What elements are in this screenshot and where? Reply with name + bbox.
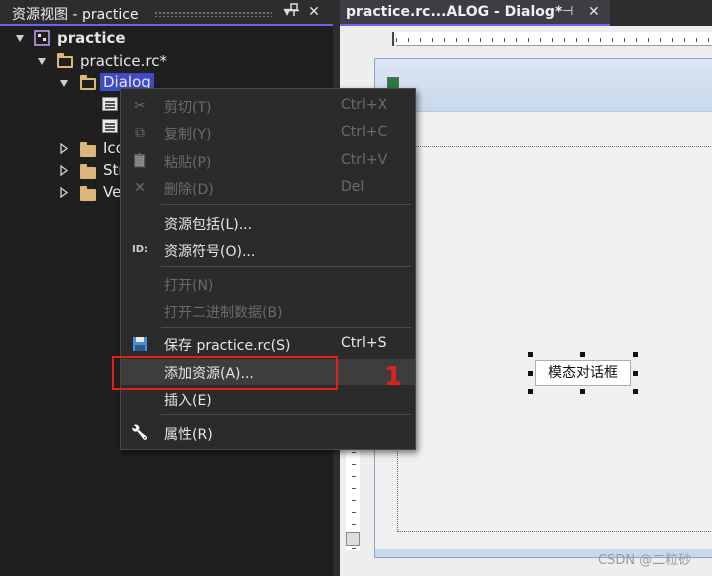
tab-close-icon[interactable]: ✕ (588, 4, 600, 20)
panel-title: 资源视图 - practice (12, 7, 139, 23)
menu-label: 粘贴(P) (164, 155, 212, 171)
menu-item-properties[interactable]: 🔧 属性(R) (121, 420, 415, 446)
selection-handle[interactable] (528, 389, 533, 394)
menu-label: 删除(D) (164, 182, 214, 198)
menu-item-open-binary[interactable]: 打开二进制数据(B) (121, 298, 415, 324)
tree-label-rc: practice.rc* (80, 52, 168, 70)
menu-item-copy[interactable]: ⧉ 复制(Y) Ctrl+C (121, 120, 415, 146)
close-icon[interactable]: ✕ (305, 3, 323, 21)
selection-handle[interactable] (528, 371, 533, 376)
tree-item-rc-file[interactable]: practice.rc* (0, 50, 333, 72)
dialog-client-area[interactable] (375, 111, 712, 551)
tab-dialog[interactable]: practice.rc...ALOG - Dialog* ⊣ ✕ (340, 0, 610, 26)
tree-label-version: Ve (103, 183, 122, 201)
menu-item-open[interactable]: 打开(N) (121, 271, 415, 297)
project-icon (34, 30, 50, 46)
menu-item-paste[interactable]: 📋 粘贴(P) Ctrl+V (121, 148, 415, 174)
menu-label: 复制(Y) (164, 127, 212, 143)
menu-shortcut: Ctrl+X (341, 97, 388, 113)
menu-item-resource-includes[interactable]: 资源包括(L)... (121, 210, 415, 236)
menu-item-cut[interactable]: ✂ 剪切(T) Ctrl+X (121, 93, 415, 119)
copy-icon: ⧉ (135, 125, 145, 141)
menu-label: 资源符号(O)... (164, 244, 256, 260)
tree-item-string-folder[interactable]: Str (0, 160, 125, 182)
tree-item-practice[interactable]: practice (0, 27, 333, 49)
tree-item-dialog-resource-1[interactable] (0, 94, 120, 116)
resource-view-titlebar: 资源视图 - practice ▾ ✕ (0, 0, 333, 26)
menu-label: 保存 practice.rc(S) (164, 338, 291, 354)
highlight-box (112, 356, 338, 390)
menu-label: 打开二进制数据(B) (164, 305, 283, 321)
expand-arrow-icon[interactable] (38, 58, 46, 65)
collapsed-arrow-icon[interactable] (60, 143, 68, 154)
menu-label: 打开(N) (164, 278, 214, 294)
menu-label: 插入(E) (164, 393, 212, 409)
pin-icon[interactable] (285, 3, 303, 21)
dialog-caption-bar (375, 59, 712, 111)
menu-separator (161, 204, 411, 205)
expand-arrow-icon[interactable] (16, 35, 24, 42)
scissors-icon: ✂ (134, 98, 146, 114)
menu-shortcut: Ctrl+V (341, 152, 388, 168)
step-number: 1 (384, 362, 403, 392)
id-icon: ID: (131, 244, 149, 255)
dialog-preview[interactable] (374, 58, 712, 558)
selection-handle[interactable] (633, 352, 638, 357)
menu-shortcut: Ctrl+C (341, 124, 388, 140)
delete-icon: ✕ (134, 180, 146, 196)
menu-separator (161, 414, 411, 415)
tab-title: practice.rc...ALOG - Dialog* (346, 4, 563, 20)
dialog-margin-guide (397, 146, 712, 532)
watermark: CSDN @二粒砂 (598, 553, 692, 568)
save-icon (131, 336, 149, 352)
selection-handle[interactable] (633, 371, 638, 376)
menu-item-save[interactable]: 保存 practice.rc(S) Ctrl+S (121, 331, 415, 357)
paste-icon: 📋 (131, 153, 149, 169)
tab-pin-icon[interactable]: ⊣ (562, 4, 573, 19)
selection-handle[interactable] (580, 389, 585, 394)
expand-arrow-icon[interactable] (60, 80, 68, 87)
selection-handle[interactable] (528, 352, 533, 357)
menu-label: 属性(R) (164, 427, 213, 443)
tree-item-version-folder[interactable]: Ve (0, 182, 122, 204)
menu-shortcut: Del (341, 179, 365, 195)
horizontal-ruler[interactable] (396, 32, 712, 46)
menu-separator (161, 266, 411, 267)
menu-shortcut: Ctrl+S (341, 335, 387, 351)
tree-item-dialog-resource-2[interactable] (0, 116, 120, 138)
folder-open-icon (57, 53, 73, 68)
drag-grip[interactable] (154, 11, 272, 17)
selection-handle[interactable] (633, 389, 638, 394)
wrench-icon: 🔧 (131, 425, 149, 441)
collapsed-arrow-icon[interactable] (60, 165, 68, 176)
menu-item-resource-symbols[interactable]: ID: 资源符号(O)... (121, 237, 415, 263)
menu-separator (161, 327, 411, 328)
context-menu: ✂ 剪切(T) Ctrl+X ⧉ 复制(Y) Ctrl+C 📋 粘贴(P) Ct… (120, 88, 416, 450)
menu-label: 剪切(T) (164, 100, 212, 116)
collapsed-arrow-icon[interactable] (60, 187, 68, 198)
vertical-ruler-knob[interactable] (346, 532, 360, 546)
selection-handle[interactable] (580, 352, 585, 357)
dialog-resource-icon (102, 97, 118, 111)
modal-dialog-button[interactable]: 模态对话框 (535, 360, 631, 386)
folder-icon (80, 142, 96, 157)
tree-label-root: practice (57, 29, 126, 47)
folder-icon (80, 164, 96, 179)
menu-label: 资源包括(L)... (164, 217, 253, 233)
folder-icon (80, 186, 96, 201)
editor-tabbar: practice.rc...ALOG - Dialog* ⊣ ✕ (340, 0, 712, 26)
folder-open-icon (80, 75, 96, 90)
tree-item-icon-folder[interactable]: Ico (0, 138, 125, 160)
dialog-resource-icon (102, 119, 118, 133)
menu-item-delete[interactable]: ✕ 删除(D) Del (121, 175, 415, 201)
